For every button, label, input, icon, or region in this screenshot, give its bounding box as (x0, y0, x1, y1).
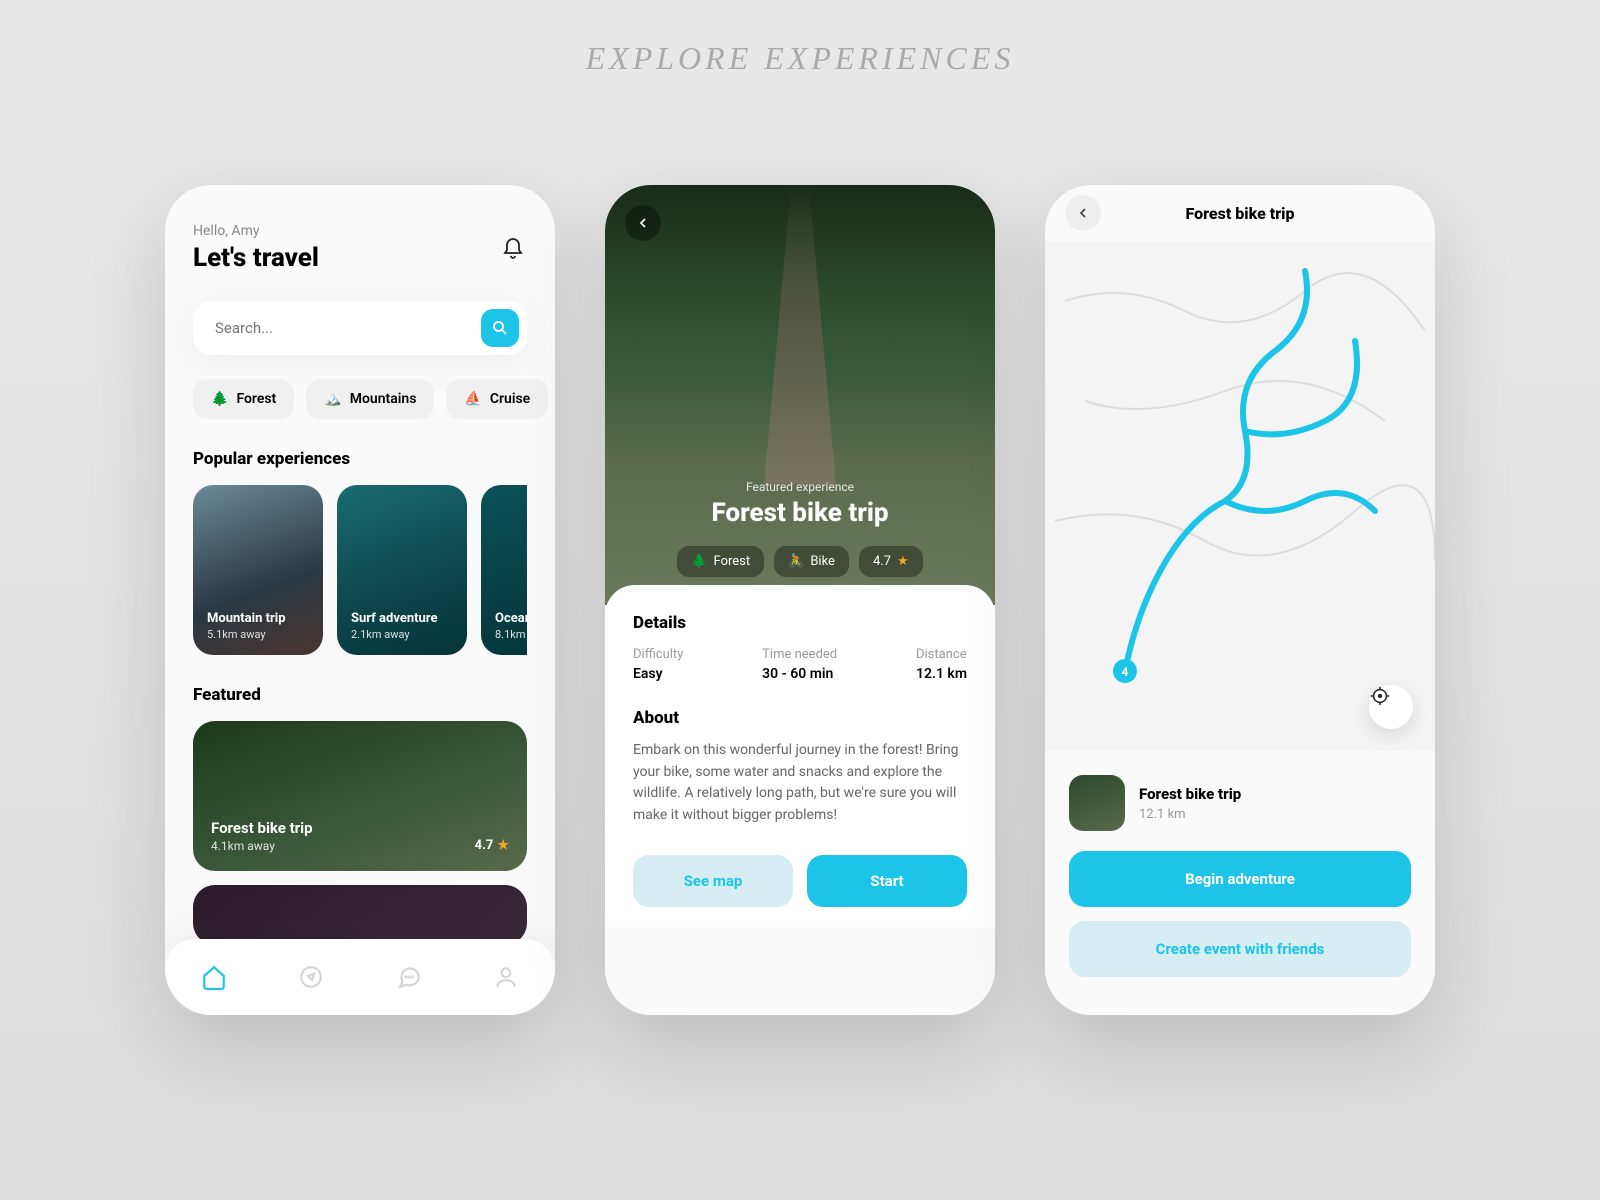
chip-label: Forest (236, 391, 276, 407)
trip-panel: Forest bike trip 12.1 km Begin adventure… (1045, 751, 1435, 1001)
popular-heading: Popular experiences (193, 449, 527, 469)
screen-detail: Featured experience Forest bike trip 🌲 Fo… (605, 185, 995, 1015)
star-icon: ★ (897, 554, 909, 569)
hero-image: Featured experience Forest bike trip 🌲 Fo… (605, 185, 995, 605)
chip-label: Mountains (350, 391, 417, 407)
trip-title: Forest bike trip (1139, 785, 1241, 803)
hero-chip-rating: 4.7 ★ (859, 546, 923, 577)
card-title: Surf adventure (351, 611, 453, 626)
search-bar[interactable] (193, 301, 527, 355)
see-map-button[interactable]: See map (633, 855, 793, 907)
trip-thumbnail (1069, 775, 1125, 831)
card-distance: 2.1km away (351, 628, 453, 641)
mountain-icon: 🏔️ (324, 391, 341, 407)
arrow-left-icon (635, 215, 651, 231)
popular-row[interactable]: Mountain trip 5.1km away Surf adventure 2.… (193, 485, 527, 655)
popular-card[interactable]: Surf adventure 2.1km away (337, 485, 467, 655)
headline: Let's travel (193, 243, 527, 273)
stat-value: 12.1 km (916, 666, 967, 682)
hero-chip-bike: 🚴 Bike (774, 546, 849, 577)
about-text: Embark on this wonderful journey in the … (633, 740, 967, 827)
card-title: Ocean (495, 611, 527, 626)
detail-panel: Details Difficulty Easy Time needed 30 - 6… (605, 585, 995, 927)
stat-label: Distance (916, 647, 967, 662)
boat-icon: ⛵ (464, 391, 481, 407)
route-marker: 4 (1122, 665, 1129, 679)
page-title: EXPLORE EXPERIENCES (586, 40, 1015, 77)
locate-button[interactable] (1369, 685, 1413, 729)
trip-distance: 12.1 km (1139, 807, 1241, 822)
crosshair-icon (1369, 685, 1391, 707)
card-distance: 8.1km away (495, 628, 527, 641)
stat-label: Time needed (762, 647, 837, 662)
chat-icon[interactable] (396, 964, 422, 990)
compass-icon[interactable] (298, 964, 324, 990)
stat-value: 30 - 60 min (762, 666, 837, 682)
card-rating: 4.7★ (475, 838, 509, 853)
screen-home: Hello, Amy Let's travel 🌲 Forest 🏔️ Mounta… (165, 185, 555, 1015)
chip-label: 4.7 (873, 554, 891, 569)
popular-card[interactable]: Mountain trip 5.1km away (193, 485, 323, 655)
about-heading: About (633, 708, 967, 728)
stat-distance: Distance 12.1 km (916, 647, 967, 682)
featured-card[interactable]: Forest bike trip 4.1km away 4.7★ (193, 721, 527, 871)
notifications-button[interactable] (501, 237, 525, 261)
chip-cruise[interactable]: ⛵ Cruise (446, 379, 548, 419)
details-heading: Details (633, 613, 967, 633)
card-distance: 4.1km away (211, 839, 509, 853)
bell-icon (501, 237, 525, 261)
star-icon: ★ (497, 838, 509, 853)
arrow-left-icon (1075, 205, 1091, 221)
map-header: Forest bike trip (1045, 185, 1435, 241)
trip-summary: Forest bike trip 12.1 km (1069, 775, 1411, 831)
bike-icon: 🚴 (788, 554, 804, 569)
chip-label: Bike (810, 554, 835, 569)
back-button[interactable] (1065, 195, 1101, 231)
start-button[interactable]: Start (807, 855, 967, 907)
profile-icon[interactable] (493, 964, 519, 990)
begin-adventure-button[interactable]: Begin adventure (1069, 851, 1411, 907)
chip-forest[interactable]: 🌲 Forest (193, 379, 294, 419)
popular-card[interactable]: Ocean 8.1km away (481, 485, 527, 655)
tab-bar (165, 939, 555, 1015)
hero-title: Forest bike trip (711, 498, 888, 528)
greeting-text: Hello, Amy (193, 223, 527, 239)
home-icon[interactable] (201, 964, 227, 990)
chip-label: Cruise (490, 391, 530, 407)
search-button[interactable] (481, 309, 519, 347)
hero-tag: Featured experience (746, 480, 854, 494)
back-button[interactable] (625, 205, 661, 241)
hero-chips: 🌲 Forest 🚴 Bike 4.7 ★ (677, 546, 922, 577)
map-route: 4 (1045, 241, 1435, 751)
screen-map: Forest bike trip 4 Forest bike trip 12.1… (1045, 185, 1435, 1015)
create-event-button[interactable]: Create event with friends (1069, 921, 1411, 977)
stat-label: Difficulty (633, 647, 683, 662)
search-input[interactable] (215, 319, 481, 337)
featured-heading: Featured (193, 685, 527, 705)
stat-difficulty: Difficulty Easy (633, 647, 683, 682)
category-chips: 🌲 Forest 🏔️ Mountains ⛵ Cruise (193, 379, 527, 419)
stat-time: Time needed 30 - 60 min (762, 647, 837, 682)
map-title: Forest bike trip (1186, 204, 1295, 223)
card-title: Forest bike trip (211, 819, 509, 837)
map-view[interactable]: 4 (1045, 241, 1435, 751)
card-title: Mountain trip (207, 611, 309, 626)
card-distance: 5.1km away (207, 628, 309, 641)
stats-row: Difficulty Easy Time needed 30 - 60 min Di… (633, 647, 967, 682)
tree-icon: 🌲 (211, 391, 228, 407)
chip-mountains[interactable]: 🏔️ Mountains (306, 379, 434, 419)
featured-card[interactable] (193, 885, 527, 945)
stat-value: Easy (633, 666, 683, 682)
chip-label: Forest (714, 554, 751, 569)
hero-chip-forest: 🌲 Forest (677, 546, 764, 577)
search-icon (491, 319, 509, 337)
tree-icon: 🌲 (691, 554, 707, 569)
